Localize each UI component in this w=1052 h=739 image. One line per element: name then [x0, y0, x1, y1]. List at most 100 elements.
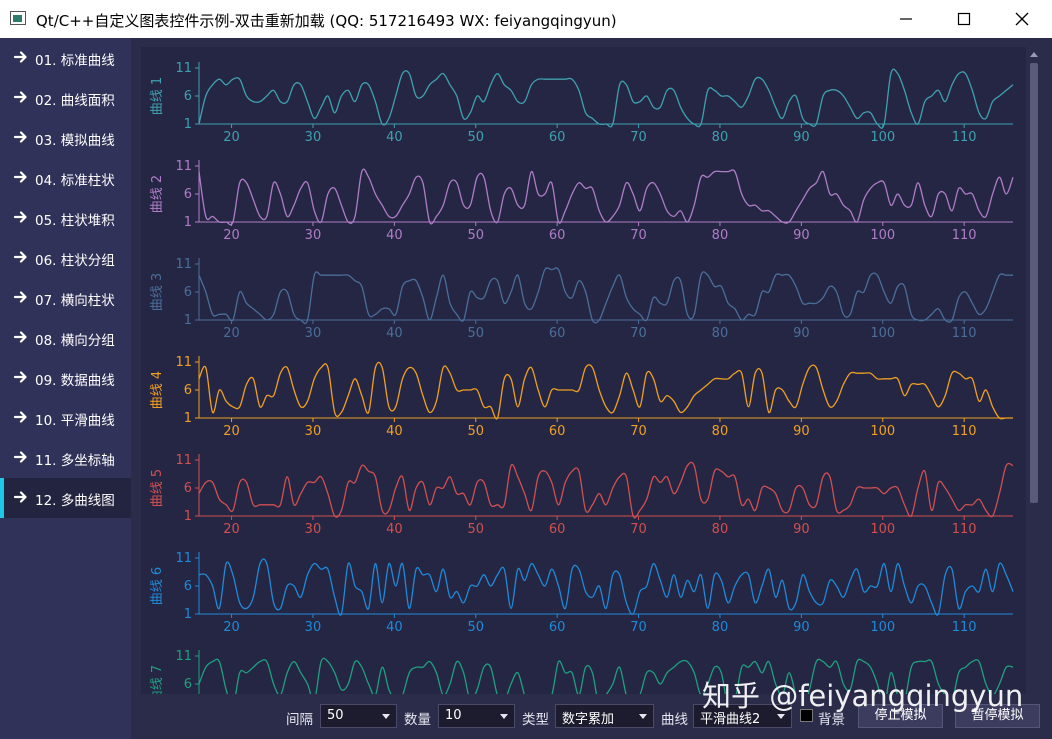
type-label: 类型 [522, 712, 549, 728]
sidebar-item[interactable]: 10. 平滑曲线 [0, 398, 131, 438]
x-tick-label: 90 [793, 424, 810, 439]
scrollbar-thumb[interactable] [1030, 63, 1038, 503]
y-tick-label: 6 [184, 285, 192, 300]
type-combobox[interactable]: 数字累加 [555, 704, 654, 728]
y-tick-label: 1 [184, 607, 192, 622]
x-tick-label: 30 [305, 620, 322, 635]
sidebar-item[interactable]: 01. 标准曲线 [0, 38, 131, 78]
x-tick-label: 100 [870, 620, 895, 635]
y-tick-label: 1 [184, 117, 192, 132]
x-tick-label: 80 [712, 424, 729, 439]
x-tick-label: 90 [793, 620, 810, 635]
x-tick-label: 30 [305, 326, 322, 341]
type-value: 数字累加 [562, 712, 615, 727]
interval-combobox[interactable]: 50 [320, 704, 397, 728]
series-name: 曲线 3 [150, 273, 165, 311]
minimize-button[interactable] [877, 0, 935, 38]
close-icon [1015, 12, 1029, 26]
sidebar-item[interactable]: 12. 多曲线图 [0, 478, 131, 518]
x-tick-label: 110 [952, 424, 977, 439]
x-tick-label: 60 [549, 522, 566, 537]
sidebar-item[interactable]: 11. 多坐标轴 [0, 438, 131, 478]
x-tick-label: 20 [223, 326, 240, 341]
x-tick-label: 100 [870, 228, 895, 243]
vertical-scrollbar[interactable] [1027, 47, 1041, 694]
sidebar-item[interactable]: 09. 数据曲线 [0, 358, 131, 398]
curve-label: 曲线 [661, 712, 688, 728]
series-line [198, 461, 1014, 519]
x-tick-label: 100 [870, 326, 895, 341]
x-tick-label: 80 [712, 228, 729, 243]
arrow-right-icon [14, 411, 27, 423]
x-tick-label: 40 [386, 326, 403, 341]
close-button[interactable] [993, 0, 1051, 38]
x-tick-label: 40 [386, 228, 403, 243]
arrow-right-icon [14, 371, 27, 383]
scroll-up-icon[interactable] [1027, 49, 1041, 61]
y-tick-label: 6 [184, 89, 192, 104]
x-tick-label: 70 [630, 326, 647, 341]
x-tick-label: 30 [305, 522, 322, 537]
series-line [198, 361, 1013, 420]
maximize-button[interactable] [935, 0, 993, 38]
y-tick-label: 11 [175, 257, 192, 272]
y-tick-label: 11 [175, 355, 192, 370]
x-tick-label: 20 [223, 522, 240, 537]
y-tick-label: 6 [184, 481, 192, 496]
x-tick-label: 40 [386, 424, 403, 439]
x-tick-label: 100 [870, 130, 895, 145]
chart-panel: 1 6 11 20 30 40 50 60 70 80 90 100 110 曲线 5 [150, 453, 1014, 537]
y-tick-label: 1 [184, 411, 192, 426]
x-tick-label: 90 [793, 326, 810, 341]
sidebar-item[interactable]: 06. 柱状分组 [0, 238, 131, 278]
multi-curve-chart: 161120 30 40 50 60 70 80 90 100 110曲线 1161120 30 40… [150, 61, 1014, 694]
sidebar-item[interactable]: 02. 曲线面积 [0, 78, 131, 118]
sidebar-item[interactable]: 04. 标准柱状 [0, 158, 131, 198]
interval-label: 间隔 [286, 712, 313, 728]
x-tick-label: 50 [467, 522, 484, 537]
sidebar-nav: 01. 标准曲线 02. 曲线面积 03. 模拟曲线 04. 标准柱状 05. 柱状堆积… [0, 38, 131, 739]
x-tick-label: 110 [952, 620, 977, 635]
arrow-right-icon [14, 131, 27, 143]
x-tick-label: 20 [223, 424, 240, 439]
arrow-right-icon [14, 331, 27, 343]
chart-panel: 1 6 11 20 30 40 50 60 70 80 90 100 110 曲线 6 [150, 551, 1014, 635]
title-bar: Qt/C++自定义图表控件示例-双击重新加载 (QQ: 517216493 WX… [0, 0, 1052, 38]
x-tick-label: 60 [549, 326, 566, 341]
series-line [198, 267, 1013, 325]
x-tick-label: 90 [793, 228, 810, 243]
arrow-right-icon [14, 451, 27, 463]
chart-panel: 1 6 11 20 30 40 50 60 70 80 90 100 110 曲线 2 [150, 159, 1014, 243]
series-name: 曲线 7 [150, 665, 165, 694]
sidebar-item-label: 01. 标准曲线 [35, 53, 115, 69]
count-value: 10 [445, 708, 462, 723]
sidebar-item-label: 10. 平滑曲线 [35, 413, 115, 429]
x-tick-label: 50 [467, 620, 484, 635]
sidebar-item[interactable]: 08. 横向分组 [0, 318, 131, 358]
sidebar-item-label: 11. 多坐标轴 [35, 453, 115, 469]
y-tick-label: 11 [175, 649, 192, 664]
sidebar-item[interactable]: 07. 横向柱状 [0, 278, 131, 318]
app-icon [10, 11, 26, 25]
arrow-right-icon [14, 491, 27, 503]
x-tick-label: 60 [549, 130, 566, 145]
x-tick-label: 110 [952, 522, 977, 537]
count-combobox[interactable]: 10 [438, 704, 515, 728]
sidebar-item[interactable]: 05. 柱状堆积 [0, 198, 131, 238]
series-line [198, 168, 1014, 226]
sidebar-item[interactable]: 03. 模拟曲线 [0, 118, 131, 158]
window-title: Qt/C++自定义图表控件示例-双击重新加载 (QQ: 517216493 WX… [36, 12, 617, 30]
y-tick-label: 1 [184, 313, 192, 328]
watermark: 知乎 @feiyangqingyun [702, 679, 1024, 713]
series-name: 曲线 4 [150, 371, 165, 409]
multi-curve-chart-area[interactable]: 1 6 11 20 30 40 50 60 70 80 90 100 110 曲线 1 1 6 11 20 30 40… [141, 47, 1026, 694]
chart-panel: 1 6 11 20 30 40 50 60 70 80 90 100 110 曲线 4 [150, 355, 1013, 439]
x-tick-label: 50 [467, 228, 484, 243]
y-tick-label: 6 [184, 187, 192, 202]
y-tick-label: 6 [184, 677, 192, 692]
x-tick-label: 70 [630, 620, 647, 635]
minimize-icon [900, 18, 912, 20]
x-tick-label: 110 [952, 130, 977, 145]
maximize-icon [957, 12, 971, 26]
x-tick-label: 80 [712, 326, 729, 341]
